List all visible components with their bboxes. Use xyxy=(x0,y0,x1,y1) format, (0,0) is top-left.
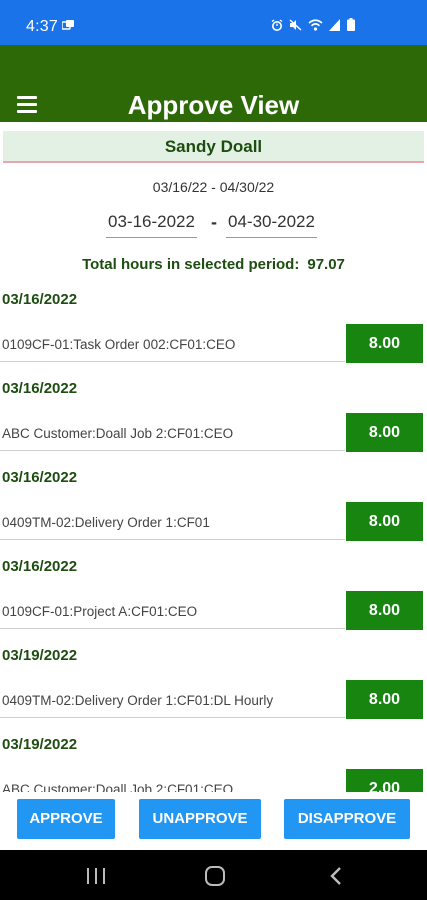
entry-description: ABC Customer:Doall Job 2:CF01:CEO xyxy=(2,782,234,792)
entry-hours-badge[interactable]: 8.00 xyxy=(346,502,423,541)
entry-description: 0409TM-02:Delivery Order 1:CF01 xyxy=(2,515,210,530)
user-name: Sandy Doall xyxy=(164,137,263,156)
wifi-icon xyxy=(308,18,323,31)
entry-hours-badge[interactable]: 2.00 xyxy=(346,769,423,792)
entry-date: 03/16/2022 xyxy=(2,469,78,486)
start-date-field[interactable]: 03-16-2022 xyxy=(106,212,197,238)
entry-date: 03/16/2022 xyxy=(2,380,78,397)
entry-hours-badge[interactable]: 8.00 xyxy=(346,324,423,363)
divider xyxy=(0,539,345,540)
entry-hours-badge[interactable]: 8.00 xyxy=(346,591,423,630)
divider xyxy=(0,717,345,718)
status-bar: 4:37 xyxy=(0,0,427,45)
list-item[interactable]: 03/19/2022 ABC Customer:Doall Job 2:CF01… xyxy=(0,730,427,792)
home-icon[interactable] xyxy=(205,866,225,886)
signal-icon xyxy=(329,18,340,31)
divider xyxy=(0,628,345,629)
entry-list[interactable]: 03/16/2022 0109CF-01:Task Order 002:CF01… xyxy=(0,285,427,792)
status-icons xyxy=(271,18,355,31)
total-hours-label: Total hours in selected period: xyxy=(82,256,300,273)
end-date-field[interactable]: 04-30-2022 xyxy=(226,212,317,238)
action-bar: APPROVE UNAPPROVE DISAPPROVE xyxy=(0,792,427,850)
unapprove-button[interactable]: UNAPPROVE xyxy=(139,799,261,839)
date-separator: - xyxy=(211,212,217,232)
recents-icon[interactable] xyxy=(87,868,105,884)
list-item[interactable]: 03/16/2022 ABC Customer:Doall Job 2:CF01… xyxy=(0,374,427,463)
battery-icon xyxy=(347,18,355,31)
mute-icon xyxy=(289,18,302,31)
entry-description: 0109CF-01:Project A:CF01:CEO xyxy=(2,604,198,619)
approve-button[interactable]: APPROVE xyxy=(17,799,115,839)
entry-description: ABC Customer:Doall Job 2:CF01:CEO xyxy=(2,426,234,441)
entry-date: 03/16/2022 xyxy=(2,291,78,308)
user-banner: Sandy Doall xyxy=(3,131,424,163)
list-item[interactable]: 03/16/2022 0109CF-01:Project A:CF01:CEO … xyxy=(0,552,427,641)
notification-icon xyxy=(62,20,74,30)
entry-description: 0409TM-02:Delivery Order 1:CF01:DL Hourl… xyxy=(2,693,274,708)
alarm-icon xyxy=(271,18,283,31)
total-hours-row: Total hours in selected period: 97.07 xyxy=(0,256,427,273)
total-hours-value: 97.07 xyxy=(307,256,345,273)
entry-date: 03/16/2022 xyxy=(2,558,78,575)
disapprove-button[interactable]: DISAPPROVE xyxy=(284,799,410,839)
system-nav-bar xyxy=(0,850,427,900)
entry-hours-badge[interactable]: 8.00 xyxy=(346,680,423,719)
entry-date: 03/19/2022 xyxy=(2,647,78,664)
back-icon[interactable] xyxy=(329,866,343,886)
list-item[interactable]: 03/16/2022 0409TM-02:Delivery Order 1:CF… xyxy=(0,463,427,552)
entry-hours-badge[interactable]: 8.00 xyxy=(346,413,423,452)
divider xyxy=(0,361,345,362)
period-label: 03/16/22 - 04/30/22 xyxy=(152,179,275,195)
app-bar: Approve View xyxy=(0,45,427,122)
divider xyxy=(0,450,345,451)
status-time: 4:37 xyxy=(26,18,58,35)
entry-date: 03/19/2022 xyxy=(2,736,78,753)
list-item[interactable]: 03/19/2022 0409TM-02:Delivery Order 1:CF… xyxy=(0,641,427,730)
entry-description: 0109CF-01:Task Order 002:CF01:CEO xyxy=(2,337,236,352)
list-item[interactable]: 03/16/2022 0109CF-01:Task Order 002:CF01… xyxy=(0,285,427,374)
page-title: Approve View xyxy=(127,90,300,120)
